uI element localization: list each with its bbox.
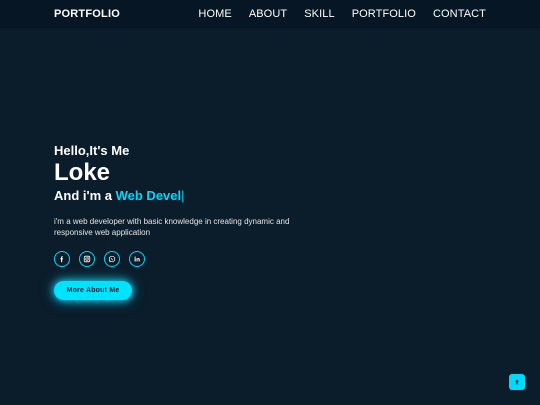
hero-role-prefix: And i'm a: [54, 188, 116, 203]
nav-item-home[interactable]: HOME: [198, 8, 231, 20]
facebook-link[interactable]: [54, 251, 70, 267]
hero-greeting: Hello,It's Me: [54, 143, 130, 158]
hero-role: And i'm a Web Devel|: [54, 188, 374, 204]
instagram-icon: [83, 255, 91, 263]
nav-item-contact[interactable]: CONTACT: [433, 8, 486, 20]
arrow-up-icon: [515, 379, 519, 385]
navbar: PORTFOLIO HOME ABOUT SKILL PORTFOLIO CON…: [0, 0, 540, 28]
page: PORTFOLIO HOME ABOUT SKILL PORTFOLIO CON…: [0, 0, 540, 405]
hero-role-typed: Web Devel: [115, 188, 182, 203]
hero-section: Hello,It's Me Loke And i'm a Web Devel| …: [54, 143, 374, 300]
instagram-link[interactable]: [79, 251, 95, 267]
nav-menu: HOME ABOUT SKILL PORTFOLIO CONTACT: [198, 8, 486, 20]
social-links: [54, 251, 374, 267]
more-about-me-button[interactable]: More About Me: [54, 281, 132, 300]
nav-item-skill[interactable]: SKILL: [304, 8, 334, 20]
whatsapp-icon: [108, 255, 116, 263]
linkedin-icon: [134, 256, 140, 262]
linkedin-link[interactable]: [129, 251, 145, 267]
back-to-top-button[interactable]: [509, 374, 525, 390]
logo[interactable]: PORTFOLIO: [54, 8, 120, 20]
hero-name: Loke: [54, 159, 111, 186]
typing-cursor: |: [181, 188, 185, 203]
facebook-icon: [60, 256, 64, 263]
nav-item-portfolio[interactable]: PORTFOLIO: [352, 8, 416, 20]
nav-item-about[interactable]: ABOUT: [249, 8, 287, 20]
whatsapp-link[interactable]: [104, 251, 120, 267]
hero-description: i'm a web developer with basic knowledge…: [54, 217, 290, 237]
